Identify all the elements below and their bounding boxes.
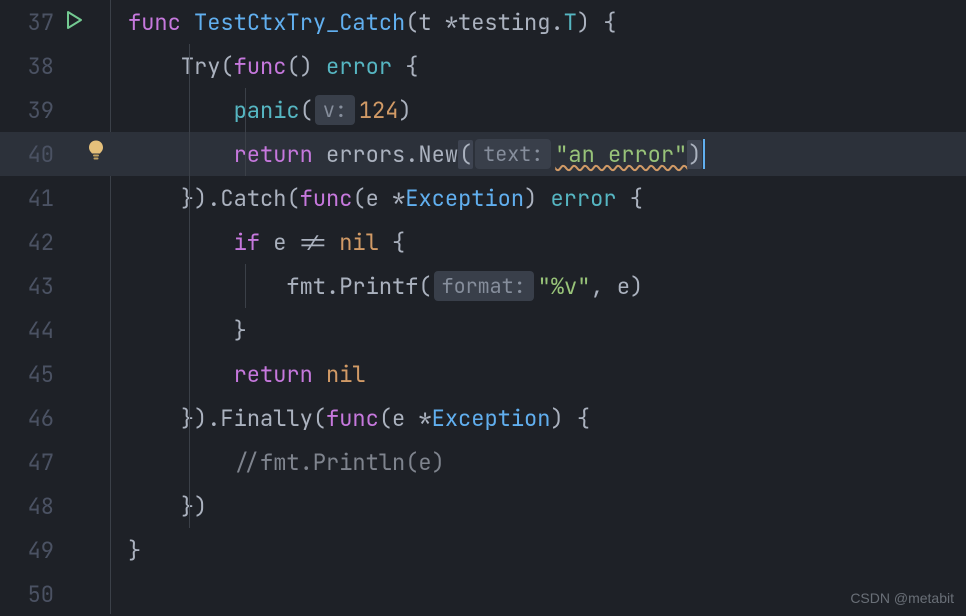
gutter: 40 bbox=[0, 132, 110, 176]
code-line[interactable]: 43 fmt.Printf(format:"%v", e) bbox=[0, 264, 966, 308]
gutter: 49 bbox=[0, 528, 110, 572]
gutter: 43 bbox=[0, 264, 110, 308]
code-content[interactable]: return errors.New(text:"an error") bbox=[110, 132, 705, 176]
line-number: 44 bbox=[20, 316, 54, 345]
code-line[interactable]: 38 Try(func() error { bbox=[0, 44, 966, 88]
gutter: 45 bbox=[0, 352, 110, 396]
gutter: 39 bbox=[0, 88, 110, 132]
comment: //fmt.Println(e) bbox=[234, 448, 445, 477]
line-number: 37 bbox=[20, 8, 54, 37]
line-number: 41 bbox=[20, 184, 54, 213]
caret bbox=[703, 139, 705, 169]
call-try: Try bbox=[181, 52, 221, 81]
param-hint: v: bbox=[315, 95, 355, 125]
line-number: 48 bbox=[20, 492, 54, 521]
line-number: 46 bbox=[20, 404, 54, 433]
param-hint: text: bbox=[475, 139, 551, 169]
call-printf: Printf bbox=[339, 272, 418, 301]
gutter: 50 bbox=[0, 572, 110, 616]
param-hint: format: bbox=[434, 271, 534, 301]
code-content[interactable]: }).Finally(func(e *Exception) { bbox=[110, 396, 590, 440]
code-line[interactable]: 47 //fmt.Println(e) bbox=[0, 440, 966, 484]
gutter: 38 bbox=[0, 44, 110, 88]
code-line[interactable]: 46 }).Finally(func(e *Exception) { bbox=[0, 396, 966, 440]
call-panic: panic bbox=[234, 96, 300, 125]
gutter: 42 bbox=[0, 220, 110, 264]
line-number: 47 bbox=[20, 448, 54, 477]
code-content[interactable]: }) bbox=[110, 484, 207, 528]
keyword-return: return bbox=[234, 360, 313, 389]
line-number: 49 bbox=[20, 536, 54, 565]
line-number: 42 bbox=[20, 228, 54, 257]
intention-bulb-icon[interactable] bbox=[86, 139, 106, 170]
string-literal: "an error" bbox=[555, 140, 687, 169]
function-name: TestCtxTry_Catch bbox=[194, 8, 405, 37]
gutter: 44 bbox=[0, 308, 110, 352]
code-content[interactable]: Try(func() error { bbox=[110, 44, 418, 88]
code-line[interactable]: 37 func TestCtxTry_Catch(t *testing.T) { bbox=[0, 0, 966, 44]
code-line[interactable]: 50 bbox=[0, 572, 966, 616]
code-content[interactable]: }).Catch(func(e *Exception) error { bbox=[110, 176, 643, 220]
gutter: 37 bbox=[0, 0, 110, 44]
line-number: 43 bbox=[20, 272, 54, 301]
watermark: CSDN @metabit bbox=[850, 590, 954, 606]
code-content[interactable]: fmt.Printf(format:"%v", e) bbox=[110, 264, 643, 308]
code-line[interactable]: 39 panic(v:124) bbox=[0, 88, 966, 132]
code-content[interactable]: //fmt.Println(e) bbox=[110, 440, 445, 484]
code-content[interactable]: } bbox=[110, 528, 141, 572]
code-line[interactable]: 41 }).Catch(func(e *Exception) error { bbox=[0, 176, 966, 220]
code-editor[interactable]: 37 func TestCtxTry_Catch(t *testing.T) {… bbox=[0, 0, 966, 614]
gutter: 46 bbox=[0, 396, 110, 440]
gutter: 41 bbox=[0, 176, 110, 220]
line-number: 40 bbox=[20, 140, 54, 169]
code-content[interactable]: func TestCtxTry_Catch(t *testing.T) { bbox=[110, 0, 616, 44]
code-content[interactable] bbox=[110, 572, 128, 616]
gutter: 48 bbox=[0, 484, 110, 528]
line-number: 50 bbox=[20, 580, 54, 609]
code-line-active[interactable]: 40 return errors.New(text:"an error") bbox=[0, 132, 966, 176]
code-line[interactable]: 44 } bbox=[0, 308, 966, 352]
code-content[interactable]: panic(v:124) bbox=[110, 88, 412, 132]
line-number: 39 bbox=[20, 96, 54, 125]
line-number: 45 bbox=[20, 360, 54, 389]
run-test-icon[interactable] bbox=[64, 8, 84, 37]
code-line[interactable]: 48 }) bbox=[0, 484, 966, 528]
line-number: 38 bbox=[20, 52, 54, 81]
code-content[interactable]: return nil bbox=[110, 352, 366, 396]
keyword-if: if bbox=[234, 228, 260, 257]
code-line[interactable]: 49 } bbox=[0, 528, 966, 572]
code-line[interactable]: 45 return nil bbox=[0, 352, 966, 396]
gutter: 47 bbox=[0, 440, 110, 484]
code-content[interactable]: } bbox=[110, 308, 247, 352]
call-finally: Finally bbox=[220, 404, 312, 433]
code-line[interactable]: 42 if e != nil { bbox=[0, 220, 966, 264]
keyword-func: func bbox=[128, 8, 181, 37]
call-catch: Catch bbox=[220, 184, 286, 213]
code-content[interactable]: if e != nil { bbox=[110, 220, 405, 264]
